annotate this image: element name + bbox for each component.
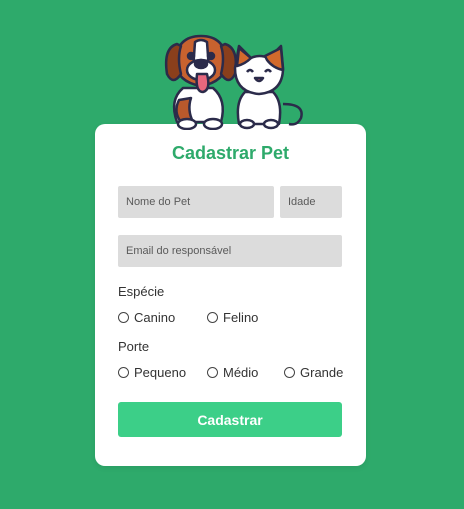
owner-email-input[interactable]	[118, 235, 342, 267]
radio-label: Grande	[300, 365, 344, 380]
radio-label: Médio	[223, 365, 259, 380]
size-option-grande[interactable]: Grande	[284, 365, 343, 380]
radio-circle-icon[interactable]	[118, 312, 129, 323]
radio-label: Pequeno	[134, 365, 187, 380]
pets-illustration	[164, 34, 303, 130]
radio-label: Felino	[223, 310, 259, 325]
species-option-canino[interactable]: Canino	[118, 310, 175, 325]
cat-illustration	[233, 44, 303, 130]
size-option-medio[interactable]: Médio	[207, 365, 258, 380]
radio-circle-icon[interactable]	[118, 367, 129, 378]
radio-circle-icon[interactable]	[284, 367, 295, 378]
dog-illustration	[164, 34, 238, 130]
submit-button[interactable]: Cadastrar	[118, 402, 342, 437]
radio-circle-icon[interactable]	[207, 312, 218, 323]
age-input[interactable]	[280, 186, 342, 218]
form-title: Cadastrar Pet	[171, 143, 290, 163]
radio-label: Canino	[134, 310, 176, 325]
page: Cadastrar Pet Espécie Canino Felino Port…	[0, 0, 464, 509]
size-label: Porte	[118, 339, 150, 354]
species-label: Espécie	[118, 284, 165, 299]
radio-circle-icon[interactable]	[207, 367, 218, 378]
species-option-felino[interactable]: Felino	[207, 310, 258, 325]
pet-name-input[interactable]	[118, 186, 274, 218]
size-option-pequeno[interactable]: Pequeno	[118, 365, 186, 380]
register-pet-card: Cadastrar Pet Espécie Canino Felino Port…	[95, 124, 366, 466]
